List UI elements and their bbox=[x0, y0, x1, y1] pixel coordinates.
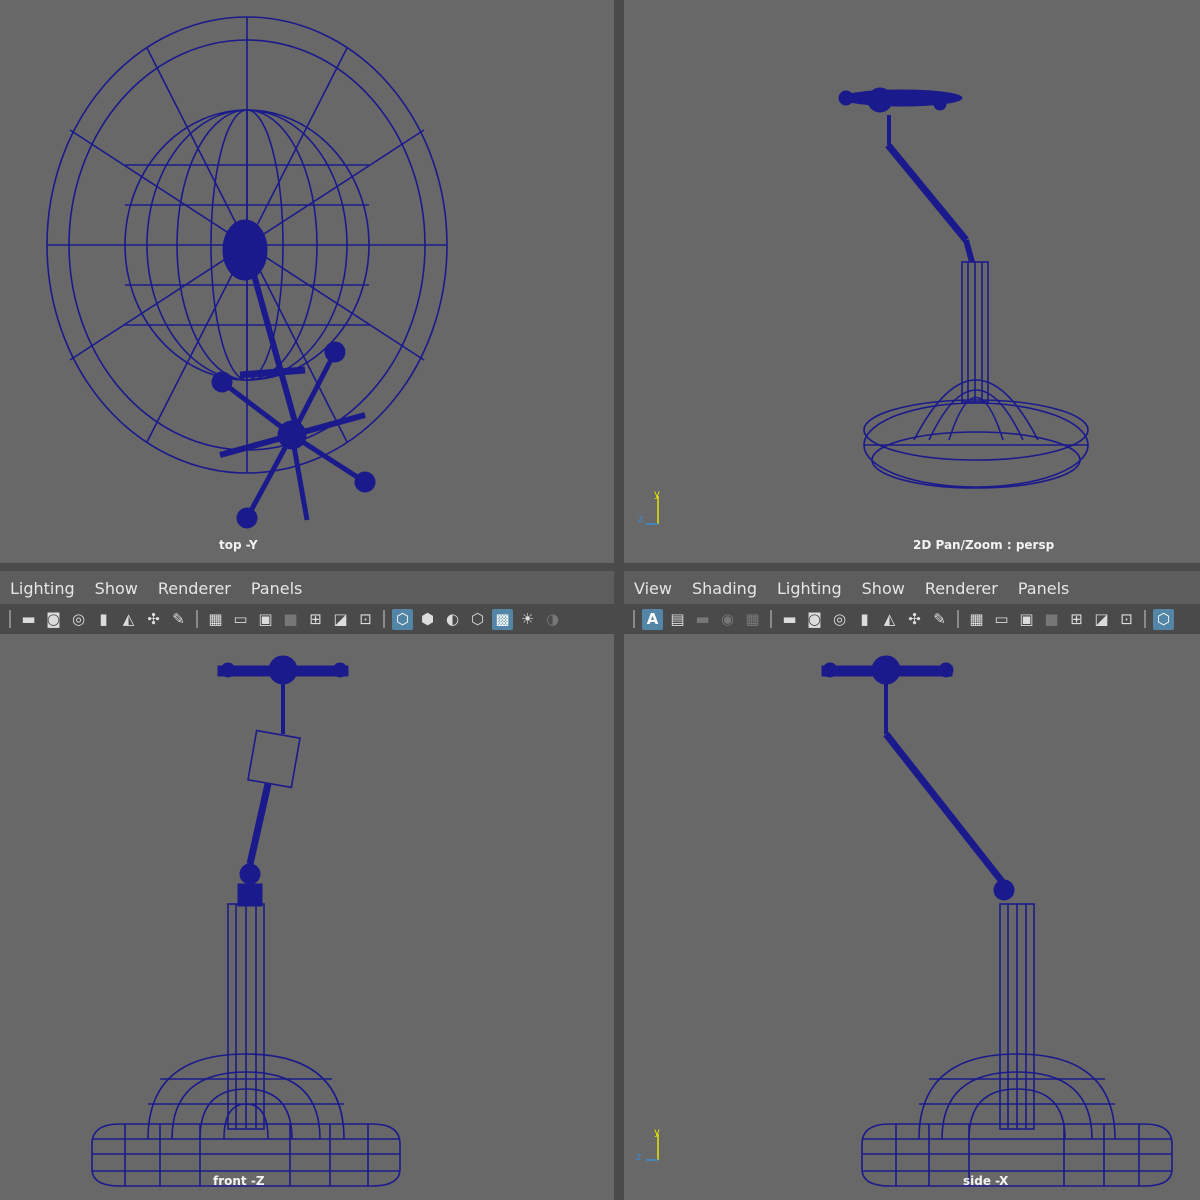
film-gate-icon[interactable]: ▭ bbox=[991, 609, 1012, 630]
axis-y-label: y bbox=[654, 489, 660, 500]
grease-pencil-icon[interactable]: ✎ bbox=[929, 609, 950, 630]
menu-lighting[interactable]: Lighting bbox=[10, 579, 75, 598]
viewport-top-label: top -Y bbox=[219, 538, 258, 552]
default-material-icon[interactable]: ◐ bbox=[442, 609, 463, 630]
toolbar-separator bbox=[957, 610, 959, 628]
wireframe-on-shaded-icon[interactable]: ⬡ bbox=[467, 609, 488, 630]
cycle-cameras-icon[interactable]: ◉ bbox=[717, 609, 738, 630]
toolbar-separator bbox=[383, 610, 385, 628]
resolution-gate-icon[interactable]: ▣ bbox=[255, 609, 276, 630]
viewport-side-label: side -X bbox=[963, 1174, 1009, 1188]
panel-options-icon[interactable]: ▦ bbox=[742, 609, 763, 630]
menu-show[interactable]: Show bbox=[862, 579, 905, 598]
axis-z-label: z bbox=[638, 514, 643, 525]
wireframe-icon[interactable]: ⬡ bbox=[1153, 608, 1174, 630]
image-plane-icon[interactable]: ◭ bbox=[118, 609, 139, 630]
menu-shading[interactable]: Shading bbox=[692, 579, 757, 598]
camera-lock-icon[interactable]: ◎ bbox=[829, 609, 850, 630]
menu-show[interactable]: Show bbox=[95, 579, 138, 598]
axis-y-label: y bbox=[654, 1127, 660, 1138]
camera-lock-icon[interactable]: ◎ bbox=[68, 609, 89, 630]
menu-panels[interactable]: Panels bbox=[1018, 579, 1070, 598]
safe-action-icon[interactable]: ◪ bbox=[330, 609, 351, 630]
right-panel-menubar: View Shading Lighting Show Renderer Pane… bbox=[624, 571, 1200, 605]
panel-layout-icon[interactable]: ▤ bbox=[667, 609, 688, 630]
axis-gizmo-top: y z bbox=[638, 489, 660, 525]
toolbar-separator bbox=[770, 610, 772, 628]
menu-renderer[interactable]: Renderer bbox=[925, 579, 998, 598]
camera-attributes-icon[interactable]: ◙ bbox=[43, 609, 64, 630]
left-panel-toolbar: ▬ ◙ ◎ ▮ ◭ ✣ ✎ ▦ ▭ ▣ ■ ⊞ ◪ ⊡ ⬡ ⬢ ◐ ⬡ ▩ ☀ … bbox=[0, 604, 614, 634]
viewport-front-label: front -Z bbox=[213, 1174, 265, 1188]
field-chart-icon[interactable]: ⊞ bbox=[305, 609, 326, 630]
xray-icon[interactable]: ▩ bbox=[492, 608, 513, 630]
lights-icon[interactable]: ☀ bbox=[517, 609, 538, 630]
field-chart-icon[interactable]: ⊞ bbox=[1066, 609, 1087, 630]
resolution-gate-icon[interactable]: ▣ bbox=[1016, 609, 1037, 630]
bookmark-icon[interactable]: ▮ bbox=[93, 609, 114, 630]
wireframe-side-view bbox=[821, 655, 1173, 1187]
viewport-splitter-vertical[interactable] bbox=[614, 0, 624, 1200]
wireframe-icon[interactable]: ⬡ bbox=[392, 608, 413, 630]
menu-view[interactable]: View bbox=[634, 579, 672, 598]
camera-icon[interactable]: ▬ bbox=[18, 609, 39, 630]
safe-title-icon[interactable]: ⊡ bbox=[1116, 609, 1137, 630]
wireframe-top-view bbox=[46, 16, 448, 529]
wireframe-front-view bbox=[91, 655, 401, 1187]
viewport-splitter-horizontal[interactable] bbox=[0, 563, 1200, 571]
axis-z-label: z bbox=[636, 1152, 641, 1163]
gate-icon[interactable]: ✣ bbox=[904, 609, 925, 630]
gate-mask-icon[interactable]: ■ bbox=[280, 609, 301, 630]
gate-mask-icon[interactable]: ■ bbox=[1041, 609, 1062, 630]
axis-gizmo-side: y z bbox=[636, 1127, 660, 1163]
bookmark-icon[interactable]: ▮ bbox=[854, 609, 875, 630]
left-panel-menubar: Lighting Show Renderer Panels bbox=[0, 571, 614, 605]
safe-action-icon[interactable]: ◪ bbox=[1091, 609, 1112, 630]
viewport-side[interactable]: y z side -X bbox=[624, 634, 1200, 1200]
toolbar-separator bbox=[196, 610, 198, 628]
grease-pencil-icon[interactable]: ✎ bbox=[168, 609, 189, 630]
shadows-icon[interactable]: ◑ bbox=[542, 609, 563, 630]
camera-icon[interactable]: ▬ bbox=[779, 609, 800, 630]
wireframe-persp-view bbox=[838, 87, 1089, 489]
right-panel-toolbar: A ▤ ▬ ◉ ▦ ▬ ◙ ◎ ▮ ◭ ✣ ✎ ▦ ▭ ▣ ■ ⊞ ◪ ⊡ ⬡ bbox=[624, 604, 1200, 634]
image-plane-icon[interactable]: ◭ bbox=[879, 609, 900, 630]
grid-icon[interactable]: ▦ bbox=[205, 609, 226, 630]
menu-panels[interactable]: Panels bbox=[251, 579, 303, 598]
smooth-shade-icon[interactable]: ⬢ bbox=[417, 609, 438, 630]
toolbar-separator bbox=[9, 610, 11, 628]
film-gate-icon[interactable]: ▭ bbox=[230, 609, 251, 630]
menu-renderer[interactable]: Renderer bbox=[158, 579, 231, 598]
menu-lighting[interactable]: Lighting bbox=[777, 579, 842, 598]
viewport-persp[interactable]: y z 2D Pan/Zoom : persp bbox=[624, 0, 1200, 563]
viewport-persp-label: 2D Pan/Zoom : persp bbox=[913, 538, 1055, 552]
viewport-top[interactable]: top -Y bbox=[0, 0, 614, 563]
viewport-front[interactable]: front -Z bbox=[0, 634, 614, 1200]
safe-title-icon[interactable]: ⊡ bbox=[355, 609, 376, 630]
toolbar-separator bbox=[1144, 610, 1146, 628]
grid-icon[interactable]: ▦ bbox=[966, 609, 987, 630]
toolbar-separator bbox=[633, 610, 635, 628]
select-camera-icon[interactable]: A bbox=[642, 608, 663, 630]
playblast-icon[interactable]: ▬ bbox=[692, 609, 713, 630]
gate-icon[interactable]: ✣ bbox=[143, 609, 164, 630]
camera-attributes-icon[interactable]: ◙ bbox=[804, 609, 825, 630]
